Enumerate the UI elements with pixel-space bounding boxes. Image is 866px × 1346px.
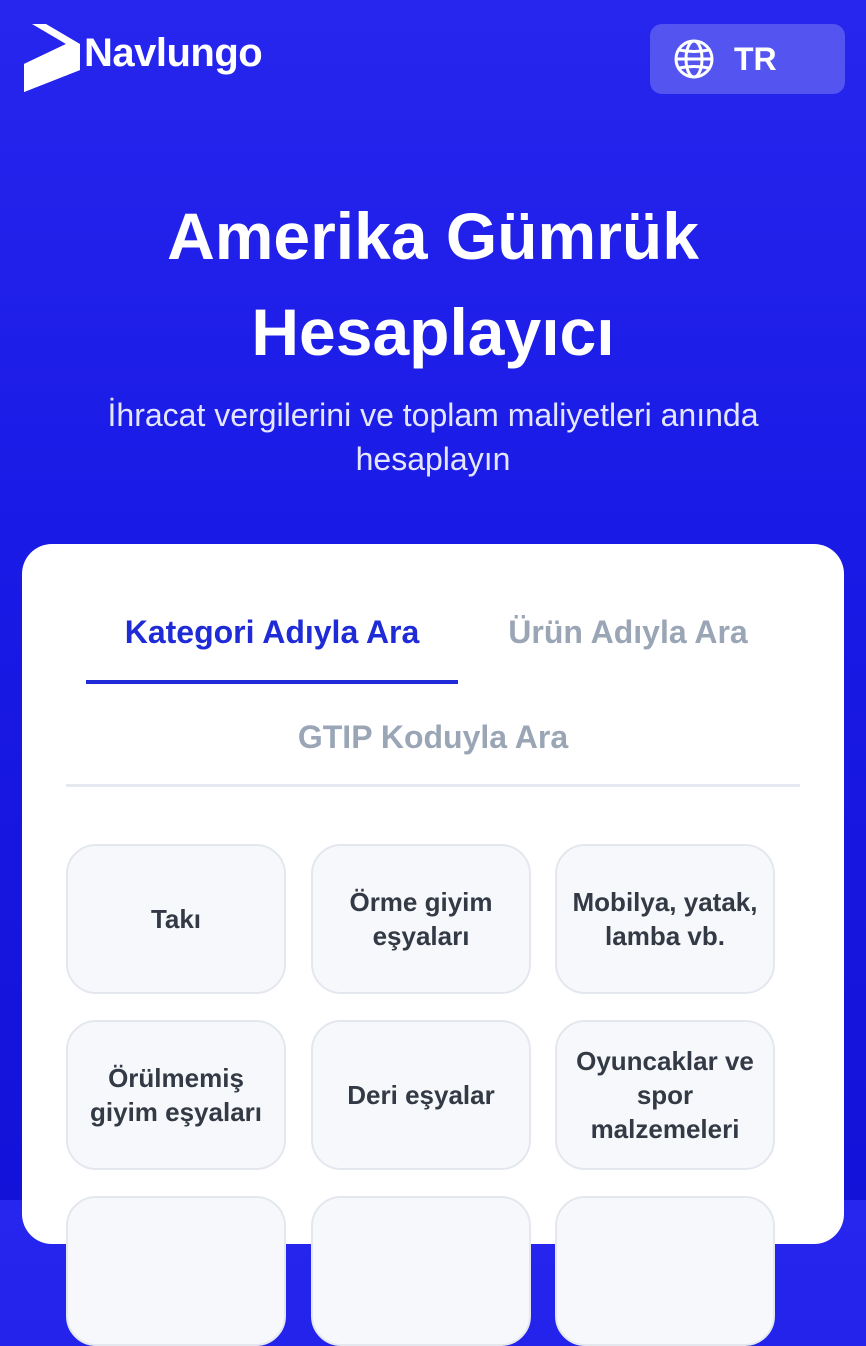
category-item-furniture[interactable]: Mobilya, yatak, lamba vb. (555, 844, 775, 994)
category-item-non-knit-clothing[interactable]: Örülmemiş giyim eşyaları (66, 1020, 286, 1170)
search-card: Kategori Adıyla Ara Ürün Adıyla Ara GTIP… (22, 544, 844, 1346)
category-item-toys-sports[interactable]: Oyuncaklar ve spor malzemeleri (555, 1020, 775, 1170)
language-selector-button[interactable]: TR (650, 24, 845, 94)
language-label: TR (734, 40, 777, 77)
category-item-taki[interactable]: Takı (66, 844, 286, 994)
category-item-leather-goods[interactable]: Deri eşyalar (311, 1020, 531, 1170)
category-item-partial[interactable] (311, 1196, 531, 1346)
category-item-knit-clothing[interactable]: Örme giyim eşyaları (311, 844, 531, 994)
logo-mark-icon (24, 24, 80, 92)
top-bar: Navlungo TR (0, 0, 866, 120)
tab-product-search[interactable]: Ürün Adıyla Ara (458, 614, 798, 651)
page-title: Amerika Gümrük Hesaplayıcı (0, 188, 866, 380)
category-item-partial[interactable] (66, 1196, 286, 1346)
tabs-divider (66, 784, 800, 787)
tab-category-search[interactable]: Kategori Adıyla Ara (86, 614, 458, 651)
page-subtitle-line-2: hesaplayın (355, 441, 511, 477)
page-subtitle: İhracat vergilerini ve toplam maliyetler… (60, 393, 806, 481)
category-item-partial[interactable] (555, 1196, 775, 1346)
navlungo-logo[interactable]: Navlungo (22, 22, 263, 94)
tab-gtip-search[interactable]: GTIP Koduyla Ara (66, 719, 800, 756)
brand-name: Navlungo (84, 30, 263, 75)
globe-icon (674, 39, 714, 79)
page-subtitle-line-1: İhracat vergilerini ve toplam maliyetler… (107, 397, 759, 433)
page-title-line-2: Hesaplayıcı (251, 295, 615, 369)
page-title-line-1: Amerika Gümrük (167, 199, 699, 273)
active-tab-indicator (86, 680, 458, 684)
